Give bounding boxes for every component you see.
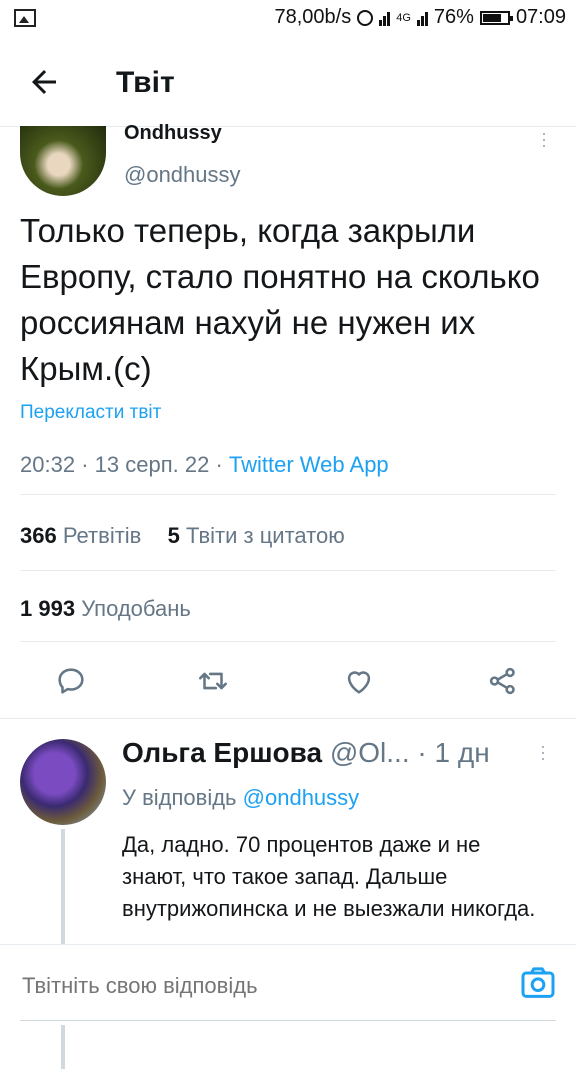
network-type: 4G — [396, 11, 411, 24]
reply-to-label: У відповідь — [122, 785, 237, 810]
like-button[interactable] — [342, 664, 378, 700]
back-button[interactable] — [22, 60, 66, 104]
retweet-icon — [198, 672, 228, 690]
reply-icon — [58, 668, 84, 694]
retweet-button[interactable] — [196, 664, 232, 700]
app-header: Твіт — [0, 38, 576, 127]
tweet-source[interactable]: Twitter Web App — [229, 452, 389, 477]
tweet-text: Только теперь, когда закрыли Европу, ста… — [20, 212, 540, 387]
quotes-label: Твіти з цитатою — [185, 523, 345, 548]
reply-button[interactable] — [54, 664, 90, 700]
author-name[interactable]: Ondhussy — [124, 122, 222, 145]
compose-underline — [20, 1020, 556, 1021]
meta-separator: · — [81, 452, 95, 477]
like-stats[interactable]: 1 993 Уподобань — [20, 596, 191, 622]
alarm-icon — [357, 9, 374, 26]
status-bar: 78,00b/s 4G 76% 07:09 — [0, 0, 576, 38]
likes-label: Уподобань — [81, 596, 191, 621]
reply-input[interactable] — [22, 973, 482, 999]
divider — [20, 570, 556, 571]
tweet-actions — [0, 664, 576, 702]
arrow-left-icon — [32, 70, 56, 94]
share-button[interactable] — [486, 664, 522, 700]
reply-header: Ольга Ершова @Ol... · 1 дн — [122, 737, 490, 769]
camera-button[interactable] — [518, 963, 558, 1003]
tweet-time: 20:32 — [20, 452, 76, 477]
translate-tweet-link[interactable]: Перекласти твіт — [20, 402, 161, 424]
reply-more-options-icon[interactable]: · · · — [540, 737, 546, 767]
gallery-icon — [14, 9, 36, 27]
tweet-meta: 20:32 · 13 серп. 22 · Twitter Web App — [20, 452, 389, 478]
reply-author-handle[interactable]: @Ol... — [330, 737, 410, 768]
meta-separator: · — [215, 452, 229, 477]
share-icon — [489, 667, 515, 695]
compose-bar — [0, 944, 576, 1025]
battery-icon — [479, 10, 513, 25]
reply-avatar[interactable] — [20, 739, 106, 825]
reply-to: У відповідь @ondhussy — [122, 785, 359, 811]
likes-count: 1 993 — [20, 596, 76, 621]
author-avatar[interactable] — [20, 126, 106, 196]
divider — [20, 494, 556, 495]
network-speed: 78,00b/s — [274, 6, 352, 28]
retweet-stats[interactable]: 366 Ретвітів 5 Твіти з цитатою — [20, 523, 345, 549]
page-title: Твіт — [116, 66, 175, 99]
reply-text: Да, ладно. 70 процентов даже и не знают,… — [122, 832, 536, 921]
tweet-date: 13 серп. 22 — [94, 452, 210, 477]
reply-to-handle[interactable]: @ondhussy — [243, 785, 360, 810]
status-bar-right: 78,00b/s 4G 76% 07:09 — [274, 6, 566, 29]
quotes-count: 5 — [167, 523, 180, 548]
divider — [20, 641, 556, 642]
reply-age: 1 дн — [434, 737, 490, 768]
clock: 07:09 — [515, 6, 566, 28]
more-options-icon[interactable]: · · · — [540, 124, 548, 154]
like-icon — [347, 671, 371, 694]
signal-4g-icon — [416, 10, 428, 26]
retweets-count: 366 — [20, 523, 57, 548]
reply-author-name[interactable]: Ольга Ершова — [122, 737, 322, 768]
retweets-label: Ретвітів — [62, 523, 142, 548]
author-handle[interactable]: @ondhussy — [124, 162, 241, 188]
meta-separator: · — [417, 737, 435, 768]
camera-icon — [521, 967, 555, 998]
battery-percent: 76% — [433, 6, 474, 28]
signal-icon — [379, 10, 391, 26]
